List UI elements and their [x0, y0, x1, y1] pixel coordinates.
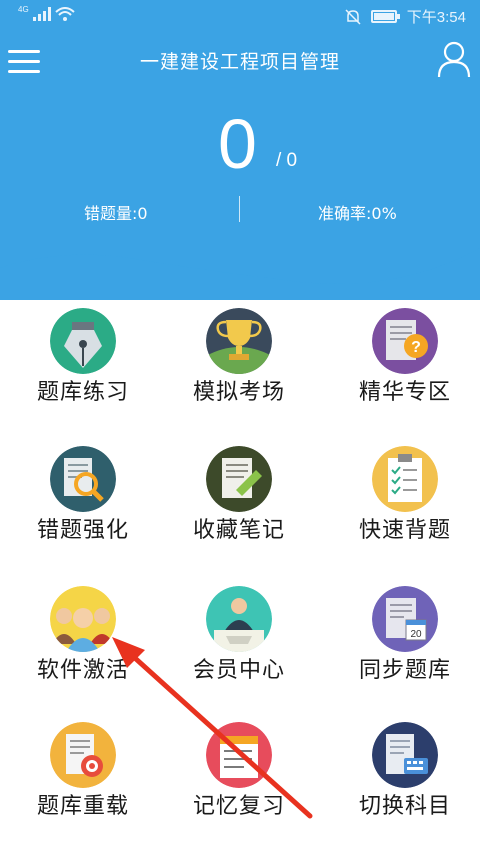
document-keyboard-icon	[372, 722, 438, 788]
signal-icon	[32, 7, 51, 21]
grid-item-label: 模拟考场	[192, 380, 285, 405]
grid-item-label: 切换科目	[358, 794, 451, 819]
page-title: 一建建设工程项目管理	[139, 51, 340, 73]
grid-item-label: 快速背题	[358, 518, 451, 543]
grid-item-quick-recite[interactable]: 快速背题	[330, 438, 480, 568]
grid-item-label: 收藏笔记	[192, 518, 285, 543]
score-total: / 0	[276, 150, 298, 171]
wifi-icon	[55, 7, 75, 21]
grid-item-switch-subject[interactable]: 切换科目	[330, 714, 480, 844]
grid-item-reload[interactable]: 题库重载	[8, 714, 168, 844]
grid-item-member-center[interactable]: 会员中心	[164, 578, 324, 708]
document-question-icon: ?	[372, 308, 438, 374]
battery-icon	[370, 10, 400, 23]
clipboard-checklist-icon	[372, 446, 438, 512]
fountain-pen-icon	[50, 308, 116, 374]
grid-item-practice[interactable]: 题库练习	[8, 300, 168, 430]
grid-item-mock-exam[interactable]: 模拟考场	[164, 300, 324, 430]
grid-item-label: 记忆复习	[192, 794, 285, 819]
grid-item-activate[interactable]: 软件激活	[8, 578, 168, 708]
grid-item-label: 题库练习	[36, 380, 129, 405]
grid-item-favorites[interactable]: 收藏笔记	[164, 438, 324, 568]
grid-item-label: 同步题库	[358, 658, 451, 683]
grid-item-sync-bank[interactable]: 20 同步题库	[330, 578, 480, 708]
bell-muted-icon	[345, 8, 361, 25]
svg-text:20: 20	[410, 629, 422, 640]
grid-item-essence[interactable]: ? 精华专区	[330, 300, 480, 430]
grid-item-wrong-questions[interactable]: 错题强化	[8, 438, 168, 568]
wrong-count: 错题量:0	[84, 204, 148, 223]
status-bar: 4G 下午3:54	[0, 0, 480, 32]
accuracy-rate: 准确率:0%	[318, 204, 397, 223]
notebook-pen-icon	[206, 446, 272, 512]
grid-item-memory-review[interactable]: 记忆复习	[164, 714, 324, 844]
grid-item-label: 错题强化	[36, 518, 129, 543]
grid-item-label: 会员中心	[192, 658, 285, 683]
document-target-icon	[50, 722, 116, 788]
member-desk-icon	[206, 586, 272, 652]
stat-divider	[239, 196, 240, 222]
clock: 下午3:54	[406, 9, 466, 26]
trophy-icon	[206, 308, 272, 374]
user-icon[interactable]	[436, 40, 472, 78]
group-people-icon	[50, 586, 116, 652]
svg-text:?: ?	[411, 339, 421, 356]
notepad-list-icon	[206, 722, 272, 788]
network-type: 4G	[18, 4, 29, 14]
grid-item-label: 精华专区	[358, 380, 451, 405]
document-calendar-icon: 20	[372, 586, 438, 652]
grid-item-label: 题库重载	[36, 794, 129, 819]
grid-item-label: 软件激活	[36, 658, 129, 683]
document-magnifier-icon	[50, 446, 116, 512]
score-value: 0	[218, 105, 257, 183]
